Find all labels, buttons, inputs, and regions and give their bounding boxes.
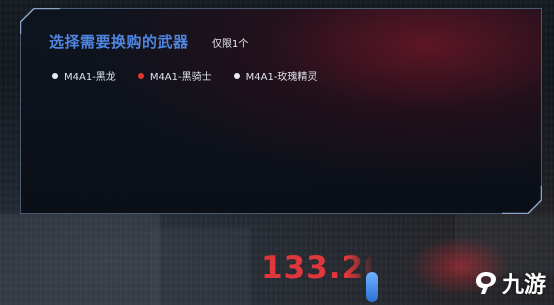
limit-note: 仅限1个 xyxy=(212,39,249,50)
weapon-option-label: M4A1-黑骑士 xyxy=(149,72,212,83)
radio-dot-selected-icon xyxy=(137,72,144,79)
weapon-option-label: M4A1-玫瑰精灵 xyxy=(245,72,318,83)
background-shape xyxy=(0,214,160,305)
weapon-option-rose-spirit[interactable]: M4A1-玫瑰精灵 xyxy=(233,68,318,83)
background-shape xyxy=(150,228,250,305)
nine-game-logo-icon xyxy=(475,272,496,294)
weapon-option-label: M4A1-黑龙 xyxy=(64,72,116,83)
panel-title: 选择需要换购的武器 xyxy=(49,33,189,51)
button-edge xyxy=(366,272,378,302)
radio-dot-icon xyxy=(52,72,58,79)
weapon-option-black-knight[interactable]: M4A1-黑骑士 xyxy=(137,68,212,83)
price-value: 133.20 xyxy=(261,250,371,286)
weapon-option-black-dragon[interactable]: M4A1-黑龙 xyxy=(52,68,116,83)
radio-dot-icon xyxy=(233,72,240,79)
weapon-options: M4A1-黑龙 M4A1-黑骑士 M4A1-玫瑰精灵 xyxy=(52,68,317,83)
watermark: 九游 xyxy=(473,267,546,299)
watermark-text: 九游 xyxy=(501,273,546,298)
game-scene: 选择需要换购的武器 仅限1个 M4A1-黑龙 M4A1-黑骑士 M4A1-玫瑰精… xyxy=(0,0,554,305)
